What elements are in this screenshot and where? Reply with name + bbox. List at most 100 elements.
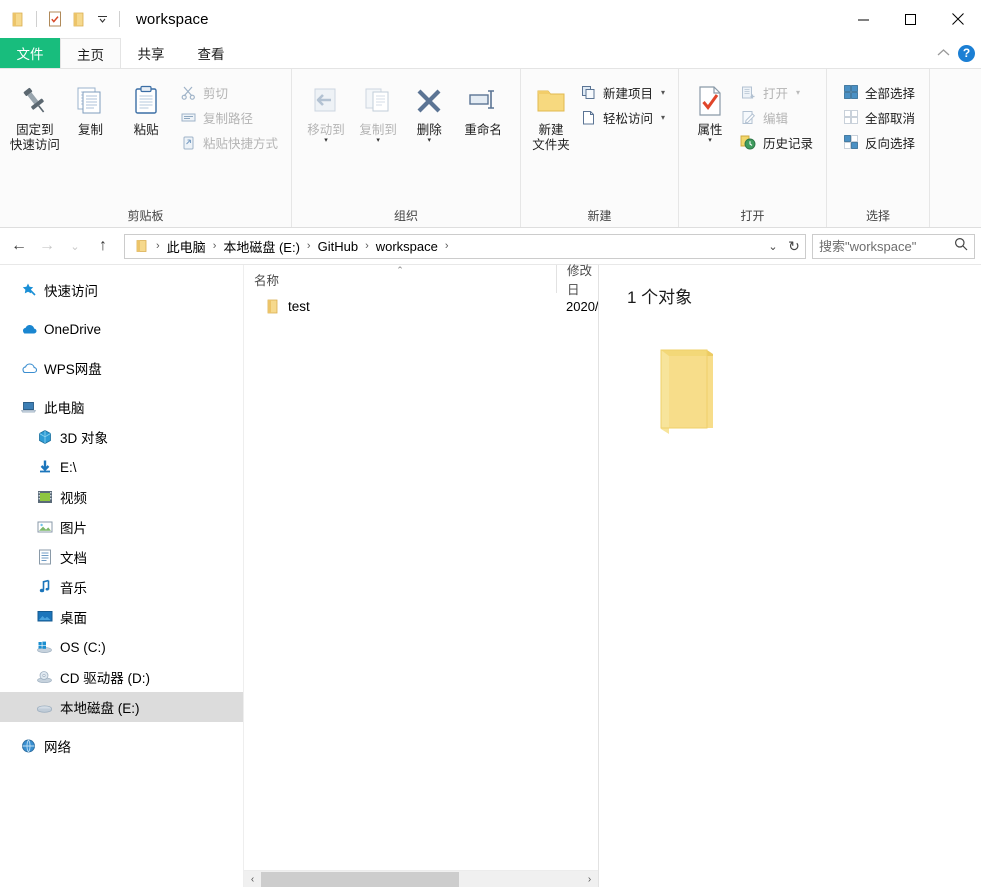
cut-button[interactable]: 剪切 bbox=[175, 80, 283, 104]
sidebar-item-e-drive[interactable]: E:\ bbox=[0, 452, 243, 482]
properties-icon[interactable] bbox=[45, 9, 65, 29]
scroll-left-arrow-icon[interactable]: ‹ bbox=[244, 871, 261, 887]
horizontal-scrollbar[interactable]: ‹ › bbox=[244, 870, 598, 887]
select-all-button[interactable]: 全部选择 bbox=[837, 80, 920, 104]
sidebar-item-3d-objects[interactable]: 3D 对象 bbox=[0, 422, 243, 452]
sidebar-item-quick-access[interactable]: 快速访问 bbox=[0, 275, 243, 305]
scissors-icon bbox=[180, 84, 197, 101]
sidebar-item-label-videos: 视频 bbox=[60, 491, 87, 506]
search-box[interactable] bbox=[812, 233, 975, 259]
move-to-icon bbox=[308, 81, 344, 121]
ribbon-group-new: 新建 文件夹 新建项目 ▾ 轻松访问 ▾ 新建 bbox=[520, 69, 678, 227]
table-row[interactable]: test 2020/ bbox=[244, 293, 598, 319]
help-icon[interactable]: ? bbox=[958, 44, 975, 62]
breadcrumb-sep-0: › bbox=[156, 240, 160, 252]
open-caret-icon[interactable]: ▾ bbox=[796, 88, 800, 97]
paste-shortcut-icon bbox=[180, 134, 197, 151]
column-header-name[interactable]: ⌃ 名称 bbox=[244, 265, 556, 293]
delete-button[interactable]: 删除 ▾ bbox=[404, 77, 454, 144]
recent-locations-caret-icon[interactable]: ⌄ bbox=[62, 233, 88, 259]
sidebar-gap-2 bbox=[0, 383, 243, 392]
ribbon-group-label-open: 打开 bbox=[740, 208, 765, 223]
sidebar-item-onedrive[interactable]: OneDrive bbox=[0, 314, 243, 344]
cd-drive-icon bbox=[36, 669, 53, 686]
minimize-button[interactable] bbox=[840, 0, 887, 38]
move-to-button[interactable]: 移动到 ▾ bbox=[300, 77, 352, 144]
paste-button[interactable]: 粘贴 bbox=[119, 77, 173, 138]
sidebar-item-desktop[interactable]: 桌面 bbox=[0, 602, 243, 632]
edit-button[interactable]: 编辑 bbox=[735, 105, 818, 129]
new-item-caret-icon[interactable]: ▾ bbox=[661, 88, 665, 97]
maximize-button[interactable] bbox=[887, 0, 934, 38]
sidebar-item-cd-drive-d[interactable]: CD 驱动器 (D:) bbox=[0, 662, 243, 692]
move-to-caret-icon[interactable]: ▾ bbox=[324, 137, 328, 144]
breadcrumb-sep-1: › bbox=[212, 240, 217, 252]
tab-share[interactable]: 共享 bbox=[121, 38, 181, 68]
sidebar-item-pictures[interactable]: 图片 bbox=[0, 512, 243, 542]
copy-to-caret-icon[interactable]: ▾ bbox=[376, 137, 380, 144]
tab-file[interactable]: 文件 bbox=[0, 38, 60, 68]
delete-caret-icon[interactable]: ▾ bbox=[427, 137, 431, 144]
breadcrumb-sep-3: › bbox=[365, 240, 369, 252]
sidebar-gap-1 bbox=[0, 344, 243, 353]
sidebar-item-label-os-c: OS (C:) bbox=[60, 639, 106, 655]
sidebar-item-documents[interactable]: 文档 bbox=[0, 542, 243, 572]
paste-icon bbox=[129, 81, 163, 121]
properties-caret-icon[interactable]: ▾ bbox=[708, 137, 712, 144]
sidebar-item-this-pc[interactable]: 此电脑 bbox=[0, 392, 243, 422]
copy-button[interactable]: 复制 bbox=[64, 77, 118, 138]
scrollbar-thumb[interactable] bbox=[261, 871, 459, 887]
breadcrumb-item-1[interactable]: 本地磁盘 (E:) bbox=[219, 235, 304, 258]
scroll-right-arrow-icon[interactable]: › bbox=[581, 871, 598, 887]
new-folder-icon[interactable] bbox=[69, 9, 89, 29]
search-icon[interactable] bbox=[954, 237, 968, 256]
close-button[interactable] bbox=[934, 0, 981, 38]
up-button[interactable]: ↑ bbox=[90, 233, 116, 259]
rename-button[interactable]: 重命名 bbox=[454, 77, 512, 138]
rename-icon bbox=[465, 81, 501, 121]
forward-button[interactable]: → bbox=[34, 233, 60, 259]
breadcrumb-folder-icon[interactable] bbox=[131, 239, 153, 253]
tab-view[interactable]: 查看 bbox=[181, 38, 241, 68]
new-item-button[interactable]: 新建项目 ▾ bbox=[575, 80, 670, 104]
file-rows: test 2020/ bbox=[244, 293, 598, 870]
breadcrumb-item-0[interactable]: 此电脑 bbox=[163, 235, 210, 258]
sidebar-item-local-disk-e[interactable]: 本地磁盘 (E:) bbox=[0, 692, 243, 722]
paste-shortcut-button[interactable]: 粘贴快捷方式 bbox=[175, 130, 283, 154]
easy-access-button[interactable]: 轻松访问 ▾ bbox=[575, 105, 670, 129]
properties-button[interactable]: 属性 ▾ bbox=[687, 77, 733, 144]
back-button[interactable]: ← bbox=[6, 233, 32, 259]
column-header-date-modified[interactable]: 修改日 bbox=[556, 264, 598, 297]
breadcrumb-item-3[interactable]: workspace bbox=[372, 237, 442, 256]
column-header-date-label: 修改日 bbox=[567, 264, 593, 297]
sidebar-item-videos[interactable]: 视频 bbox=[0, 482, 243, 512]
customize-qat-caret-icon[interactable] bbox=[93, 9, 111, 29]
folder-icon[interactable] bbox=[8, 9, 28, 29]
address-bar[interactable]: › 此电脑 › 本地磁盘 (E:) › GitHub › workspace ›… bbox=[124, 233, 806, 259]
copy-to-button[interactable]: 复制到 ▾ bbox=[352, 77, 404, 144]
history-button[interactable]: 历史记录 bbox=[735, 130, 818, 154]
open-icon bbox=[740, 84, 757, 101]
windows-drive-icon bbox=[36, 639, 53, 656]
breadcrumb-item-2[interactable]: GitHub bbox=[314, 237, 362, 256]
sidebar-item-label-pictures: 图片 bbox=[60, 521, 87, 536]
select-none-button[interactable]: 全部取消 bbox=[837, 105, 920, 129]
search-input[interactable] bbox=[819, 238, 949, 254]
sidebar-item-os-c[interactable]: OS (C:) bbox=[0, 632, 243, 662]
refresh-icon[interactable]: ↻ bbox=[785, 236, 803, 256]
sidebar-item-music[interactable]: 音乐 bbox=[0, 572, 243, 602]
collapse-ribbon-caret-icon[interactable] bbox=[937, 44, 950, 62]
sidebar-item-network[interactable]: 网络 bbox=[0, 731, 243, 761]
pin-to-quick-access-button[interactable]: 固定到 快速访问 bbox=[8, 77, 62, 153]
easy-access-caret-icon[interactable]: ▾ bbox=[661, 113, 665, 122]
new-folder-button[interactable]: 新建 文件夹 bbox=[529, 77, 573, 153]
address-history-caret-icon[interactable]: ⌄ bbox=[764, 236, 782, 256]
tab-home[interactable]: 主页 bbox=[60, 38, 121, 68]
copy-path-button[interactable]: 复制路径 bbox=[175, 105, 283, 129]
invert-selection-label: 反向选择 bbox=[865, 136, 916, 151]
sidebar-item-wps-cloud[interactable]: WPS网盘 bbox=[0, 353, 243, 383]
scrollbar-track[interactable] bbox=[261, 870, 581, 887]
invert-selection-button[interactable]: 反向选择 bbox=[837, 130, 920, 154]
quick-access-toolbar bbox=[0, 0, 124, 38]
open-button[interactable]: 打开 ▾ bbox=[735, 80, 818, 104]
